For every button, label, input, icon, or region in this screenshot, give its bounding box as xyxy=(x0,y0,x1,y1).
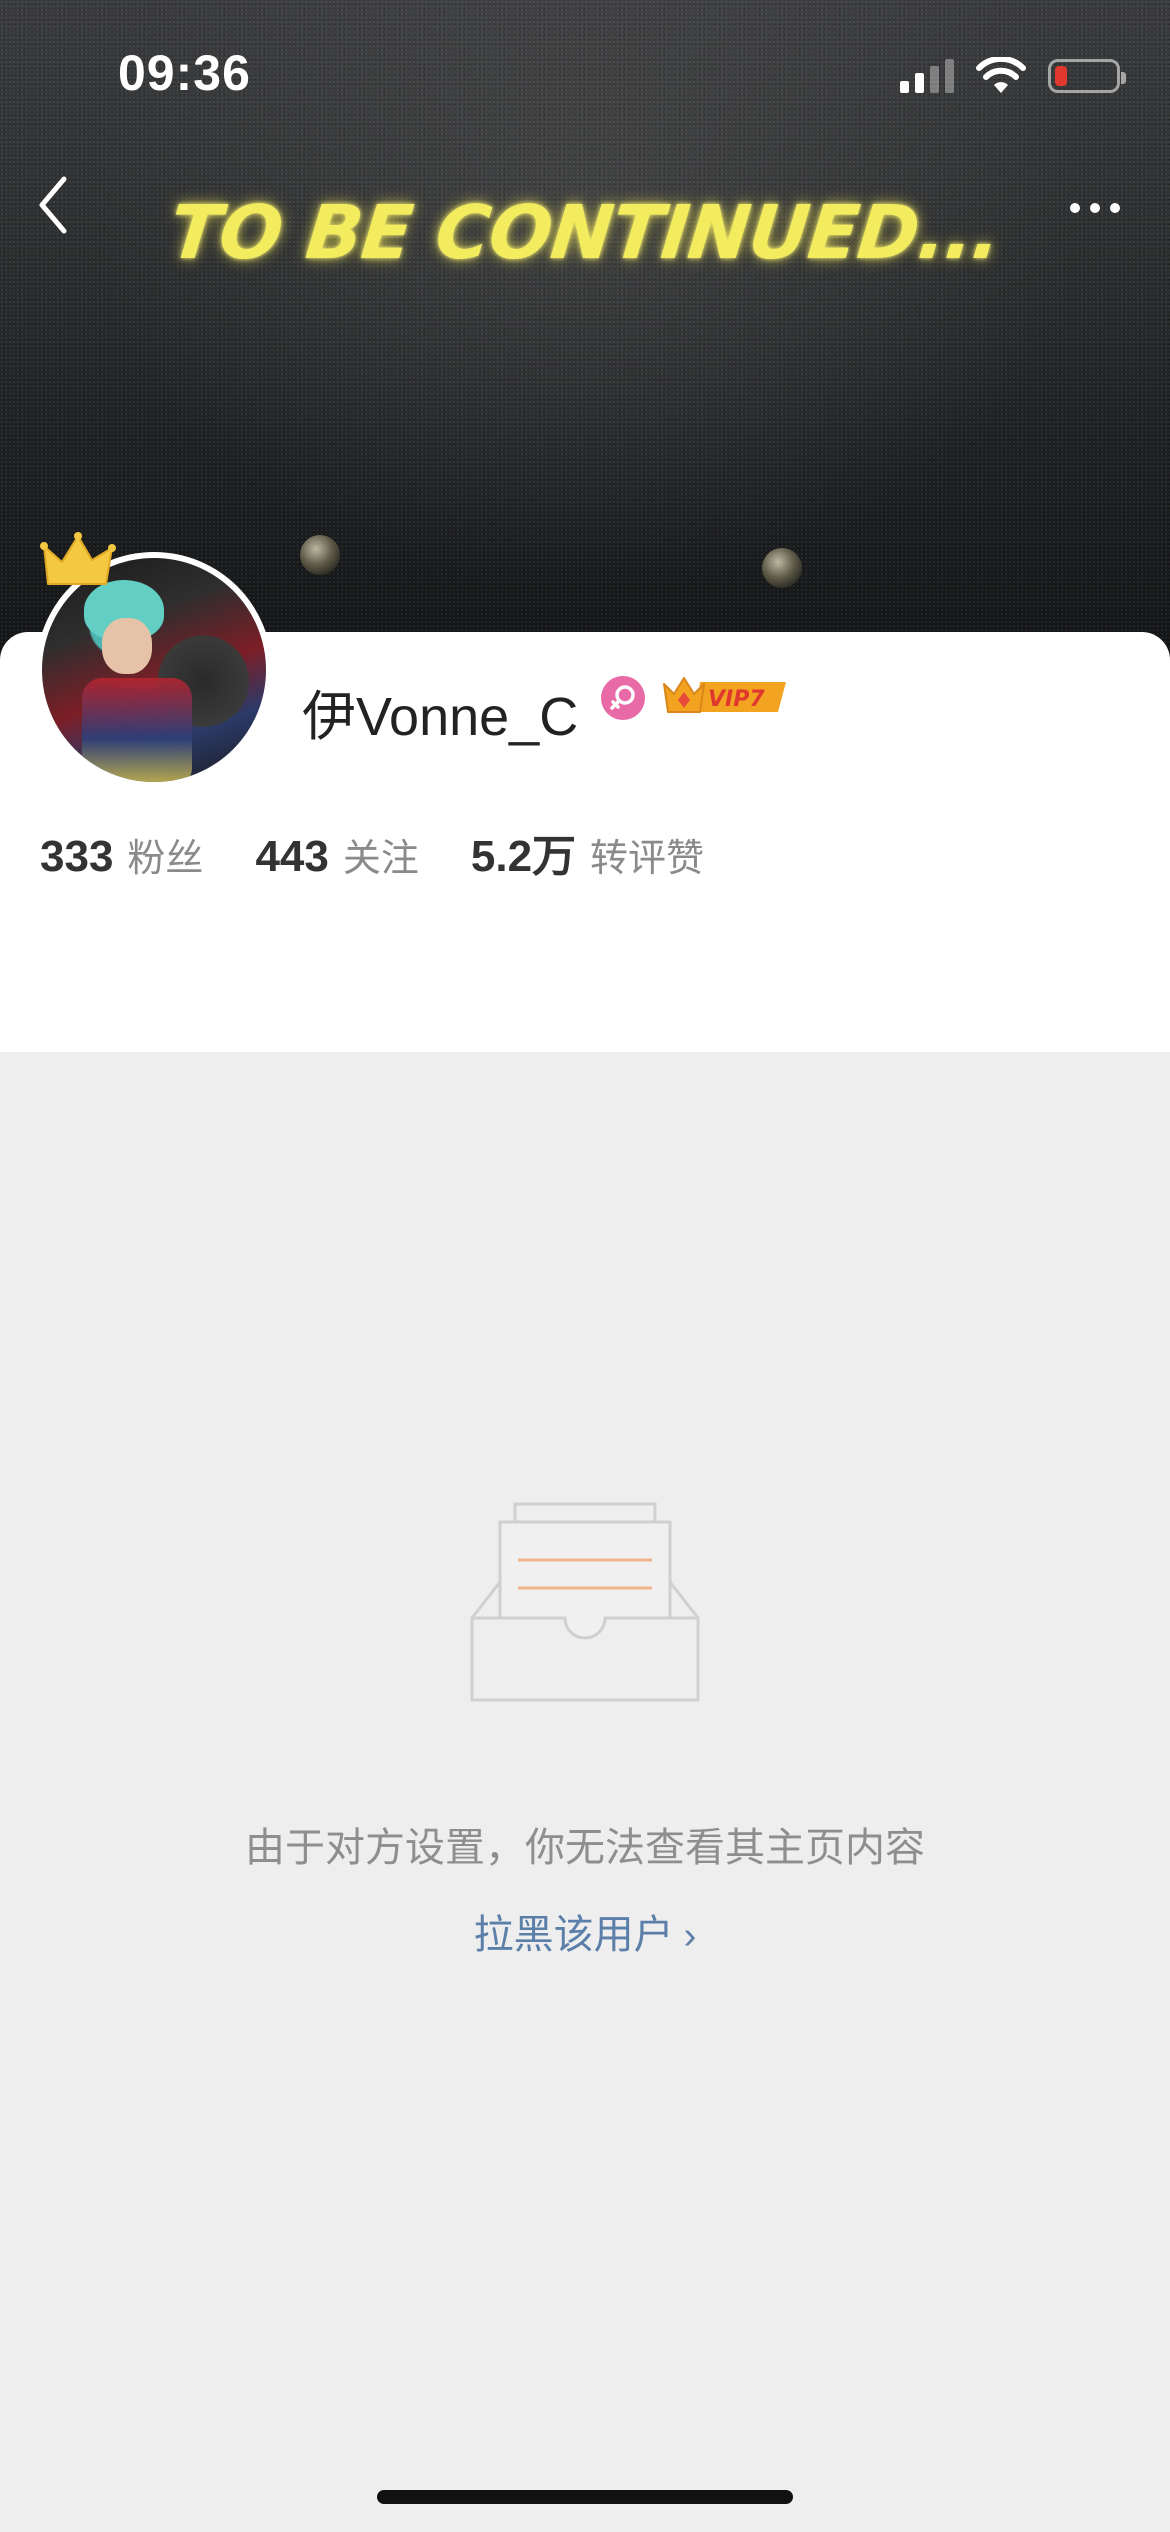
crown-icon xyxy=(40,532,116,585)
username: 伊Vonne_C xyxy=(302,687,579,747)
interactions-count: 5.2万 xyxy=(470,832,577,881)
vip-crown-icon: VIP7 xyxy=(663,677,786,713)
vip-label: VIP7 xyxy=(708,687,765,712)
wifi-icon xyxy=(976,57,1026,93)
following-count: 443 xyxy=(255,832,329,881)
female-icon xyxy=(601,676,645,720)
followers-label: 粉丝 xyxy=(127,838,204,880)
cellular-signal-icon xyxy=(900,59,954,93)
following-label: 关注 xyxy=(342,838,419,880)
empty-inbox-icon xyxy=(470,1502,700,1702)
status-time: 09:36 xyxy=(118,45,251,101)
stage-light xyxy=(762,548,802,588)
chevron-left-icon xyxy=(39,176,67,234)
status-icons xyxy=(900,56,1126,96)
stat-interactions[interactable]: 5.2万 转评赞 xyxy=(471,820,704,884)
block-user-link[interactable]: 拉黑该用户 › xyxy=(0,1902,1170,1960)
vip-badge[interactable]: VIP7 xyxy=(660,672,790,720)
stage-light xyxy=(300,535,340,575)
home-indicator[interactable] xyxy=(377,2490,793,2504)
chevron-right-icon: › xyxy=(683,1915,697,1957)
stat-following[interactable]: 443 关注 xyxy=(255,827,418,882)
profile-stats: 333 粉丝 443 关注 5.2万 转评赞 xyxy=(40,820,756,884)
interactions-label: 转评赞 xyxy=(590,838,705,880)
restricted-message: 由于对方设置，你无法查看其主页内容 xyxy=(245,1826,925,1870)
stat-followers[interactable]: 333 粉丝 xyxy=(40,827,203,882)
block-user-label: 拉黑该用户 xyxy=(473,1913,674,1957)
back-button[interactable] xyxy=(28,170,78,240)
followers-count: 333 xyxy=(40,832,114,881)
more-horizontal-icon xyxy=(1070,203,1080,213)
battery-low-icon xyxy=(1048,59,1126,93)
more-options-button[interactable] xyxy=(1060,190,1130,226)
banner-text: TO BE CONTINUED... xyxy=(165,190,1005,276)
